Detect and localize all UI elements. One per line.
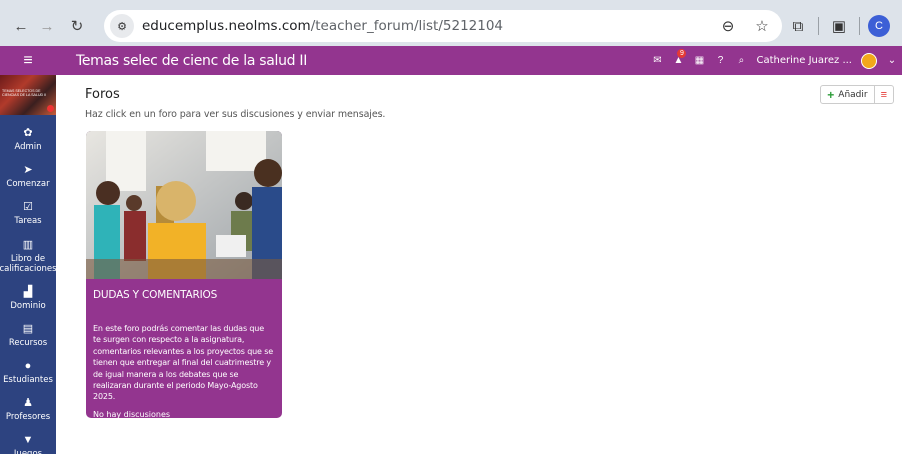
notifications-icon[interactable]: ▲ 9 <box>672 49 687 66</box>
list-view-icon[interactable]: ≡ <box>875 89 893 101</box>
sidebar-item-juegos[interactable]: ▼ Juegos <box>0 428 56 465</box>
calendar-icon[interactable]: ▦ <box>693 55 705 66</box>
chevron-down-icon[interactable]: ⌄ <box>886 55 898 66</box>
extensions-icon[interactable]: ⧉ <box>786 14 810 38</box>
paper-plane-icon: ➤ <box>23 164 33 176</box>
sidebar-item-label: Dominio <box>10 301 46 311</box>
search-icon[interactable]: ⌕ <box>735 55 747 66</box>
sidebar-item-label: Libro de calificaciones <box>0 253 57 274</box>
sidebar-item-label: Admin <box>14 142 42 152</box>
person-icon: ● <box>24 360 32 372</box>
forum-card-photo <box>86 131 282 279</box>
sidebar-item-label: Recursos <box>8 338 48 348</box>
menu-icon[interactable]: ≡ <box>0 52 56 70</box>
separator <box>818 17 819 35</box>
gradebook-icon: ▥ <box>22 238 34 251</box>
sidebar-item-recursos[interactable]: ▤ Recursos <box>0 317 56 354</box>
user-name[interactable]: Catherine Juarez ... <box>756 55 852 66</box>
gear-icon: ✿ <box>23 127 33 139</box>
forum-card-body: DUDAS Y COMENTARIOS En este foro podrás … <box>86 279 282 418</box>
omnibox-actions: ⊖ ☆ <box>716 14 774 38</box>
forum-card-image <box>86 131 282 279</box>
url-path: /teacher_forum/list/5212104 <box>310 18 504 34</box>
zoom-icon[interactable]: ⊖ <box>716 14 740 38</box>
bookmark-star-icon[interactable]: ☆ <box>750 14 774 38</box>
browser-chrome: ← → ↻ ⚙ educemplus.neolms.com/teacher_fo… <box>0 0 902 52</box>
add-button[interactable]: Añadir <box>838 90 867 100</box>
forum-card[interactable]: DUDAS Y COMENTARIOS En este foro podrás … <box>86 131 282 418</box>
sidebar-item-profesores[interactable]: ♟ Profesores <box>0 391 56 428</box>
url-text[interactable]: educemplus.neolms.com/teacher_forum/list… <box>142 18 503 34</box>
notification-badge: 9 <box>677 49 687 58</box>
sidebar-item-dominio[interactable]: ▟ Dominio <box>0 280 56 317</box>
user-avatar[interactable] <box>861 52 877 69</box>
main-content: Foros Haz click en un foro para ver sus … <box>56 75 902 454</box>
teacher-icon: ♟ <box>23 397 33 409</box>
app-header: ≡ Temas selec de cienc de la salud II ✉ … <box>0 46 902 75</box>
reload-button[interactable]: ↻ <box>64 13 90 39</box>
header-actions: ✉ ▲ 9 ▦ ? ⌕ Catherine Juarez ... ⌄ <box>651 46 902 75</box>
separator <box>859 17 860 35</box>
sidebar-item-tareas[interactable]: ☑ Tareas <box>0 195 56 232</box>
checkbox-icon: ☑ <box>23 201 33 213</box>
add-button-group: + Añadir ≡ <box>820 85 894 104</box>
forum-card-description: En este foro podrás comentar las dudas q… <box>93 324 274 402</box>
sidebar-item-admin[interactable]: ✿ Admin <box>0 121 56 158</box>
address-bar[interactable]: ⚙ educemplus.neolms.com/teacher_forum/li… <box>104 10 782 42</box>
forward-button[interactable]: → <box>34 13 60 39</box>
forum-card-title[interactable]: DUDAS Y COMENTARIOS <box>86 279 282 301</box>
course-title[interactable]: Temas selec de cienc de la salud II <box>76 53 307 69</box>
sidebar-item-label: Profesores <box>5 412 51 422</box>
sidebar-item-libro-de-calificaciones[interactable]: ▥ Libro de calificaciones <box>0 232 57 280</box>
course-thumbnail-logo-text: TEMAS SELECTOS DE CIENCIAS DE LA SALUD I… <box>2 89 47 98</box>
resources-icon: ▤ <box>22 323 34 335</box>
trophy-icon: ▼ <box>22 434 34 446</box>
thumbnail-badge-icon <box>47 105 54 112</box>
sidebar-item-label: Tareas <box>14 216 42 226</box>
browser-right-controls: ⧉ ▣ C <box>786 10 902 42</box>
browser-toolbar: ← → ↻ ⚙ educemplus.neolms.com/teacher_fo… <box>0 8 902 44</box>
page-title: Foros <box>85 87 120 102</box>
sidebar-item-comenzar[interactable]: ➤ Comenzar <box>0 158 56 195</box>
browser-profile-avatar[interactable]: C <box>868 15 890 37</box>
url-host: educemplus.neolms.com <box>142 18 311 34</box>
page-description: Haz click en un foro para ver sus discus… <box>85 109 386 120</box>
mail-icon[interactable]: ✉ <box>651 55 663 66</box>
back-button[interactable]: ← <box>8 13 34 39</box>
site-info-icon[interactable]: ⚙ <box>110 14 134 38</box>
sidebar-item-label: Juegos <box>13 449 43 459</box>
sidebar-item-estudiantes[interactable]: ● Estudiantes <box>0 354 56 391</box>
course-thumbnail[interactable]: TEMAS SELECTOS DE CIENCIAS DE LA SALUD I… <box>0 75 56 115</box>
plus-icon[interactable]: + <box>827 88 834 102</box>
sidebar: TEMAS SELECTOS DE CIENCIAS DE LA SALUD I… <box>0 75 57 459</box>
sidebar-item-label: Comenzar <box>6 179 50 189</box>
bar-chart-icon: ▟ <box>23 286 33 298</box>
help-icon[interactable]: ? <box>714 55 726 66</box>
reading-list-icon[interactable]: ▣ <box>827 14 851 38</box>
sidebar-item-label: Estudiantes <box>3 375 53 385</box>
forum-card-status: No hay discusiones <box>93 409 171 418</box>
